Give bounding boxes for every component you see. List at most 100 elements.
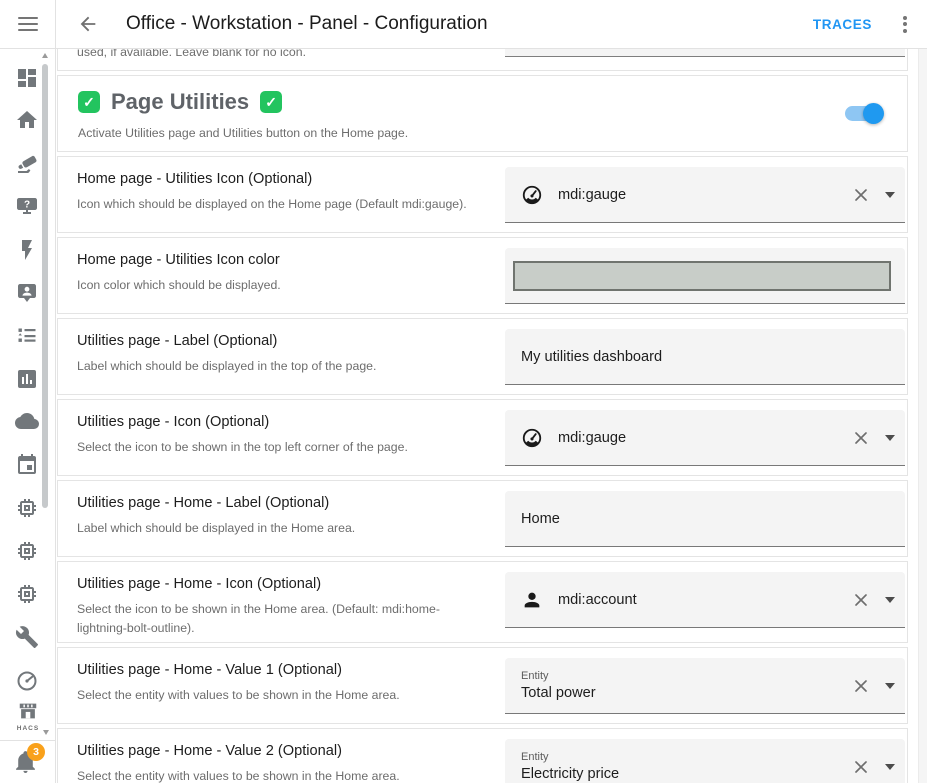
row-description: Label which should be displayed in the H…: [77, 519, 489, 538]
check-mark-icon: ✓: [78, 91, 100, 113]
sidebar-item-device chip-icon[interactable]: [15, 496, 39, 520]
config-row: Utilities page - Icon (Optional) Select …: [57, 399, 908, 476]
check-mark-icon: ✓: [260, 91, 282, 113]
text-input[interactable]: [505, 49, 905, 57]
traces-button[interactable]: TRACES: [813, 17, 872, 32]
back-arrow-icon[interactable]: [77, 13, 99, 35]
entity-select-value: Total power: [521, 685, 851, 701]
clear-icon[interactable]: [851, 428, 871, 448]
sidebar-item-hacs[interactable]: HACS: [8, 700, 48, 732]
text-input[interactable]: Home: [505, 491, 905, 547]
config-row: Utilities page - Label (Optional) Label …: [57, 318, 908, 395]
clear-icon[interactable]: [851, 676, 871, 696]
config-row: Utilities page - Home - Value 1 (Optiona…: [57, 647, 908, 724]
notification-badge: 3: [27, 743, 45, 761]
icon-select-value: mdi:gauge: [558, 187, 851, 203]
hacs-label: HACS: [8, 725, 48, 732]
entity-select-input[interactable]: Entity Total power: [505, 658, 905, 714]
clear-icon[interactable]: [851, 185, 871, 205]
config-row: Utilities page - Home - Label (Optional)…: [57, 480, 908, 557]
sidebar-item-people account-box-icon[interactable]: [15, 281, 39, 305]
row-description: Select the entity with values to be show…: [77, 767, 489, 783]
sidebar: ? HACS 3: [0, 49, 56, 783]
text-input-value: Home: [521, 511, 895, 527]
row-label: Utilities page - Home - Label (Optional): [77, 495, 489, 511]
chevron-down-icon[interactable]: [885, 192, 895, 198]
section-card-page-utilities: ✓ Page Utilities ✓ Activate Utilities pa…: [57, 75, 908, 152]
row-label: Utilities page - Label (Optional): [77, 333, 489, 349]
color-picker-input[interactable]: [505, 248, 905, 304]
row-description: used, if available. Leave blank for no i…: [77, 49, 306, 59]
row-label: Utilities page - Home - Value 2 (Optiona…: [77, 743, 489, 759]
icon-select-value: mdi:account: [558, 592, 851, 608]
text-input-value: My utilities dashboard: [521, 349, 895, 365]
sidebar-header-cell: [0, 0, 56, 48]
icon-select-input[interactable]: mdi:gauge: [505, 167, 905, 223]
account-icon: [521, 589, 543, 611]
sidebar-scrollbar[interactable]: [42, 64, 48, 508]
sidebar-item-gauge speedometer-icon[interactable]: [15, 669, 39, 693]
chevron-down-icon[interactable]: [885, 597, 895, 603]
row-description: Icon color which should be displayed.: [77, 276, 489, 295]
config-row: Utilities page - Home - Value 2 (Optiona…: [57, 728, 908, 783]
notifications-button[interactable]: 3: [13, 749, 47, 779]
icon-select-input[interactable]: mdi:account: [505, 572, 905, 628]
config-row: Home page - Utilities Icon (Optional) Ic…: [57, 156, 908, 233]
row-description: Select the icon to be shown in the Home …: [77, 600, 489, 638]
entity-field-label: Entity: [521, 670, 851, 682]
app-window: Office - Workstation - Panel - Configura…: [0, 0, 927, 783]
row-label: Utilities page - Icon (Optional): [77, 414, 489, 430]
page-scrollbar[interactable]: [918, 49, 927, 783]
row-label: Home page - Utilities Icon color: [77, 252, 489, 268]
row-label: Utilities page - Home - Value 1 (Optiona…: [77, 662, 489, 678]
chevron-down-icon[interactable]: [885, 764, 895, 770]
sidebar-item-cloud cloud-icon[interactable]: [15, 409, 39, 433]
clear-icon[interactable]: [851, 757, 871, 777]
sidebar-item-history chart-box-icon[interactable]: [15, 367, 39, 391]
utilities-toggle[interactable]: [845, 106, 881, 121]
hamburger-menu-icon[interactable]: [18, 17, 38, 31]
hacs-store-icon: [17, 700, 39, 722]
config-row: Utilities page - Home - Icon (Optional) …: [57, 561, 908, 643]
row-label: Utilities page - Home - Icon (Optional): [77, 576, 489, 592]
row-description: Label which should be displayed in the t…: [77, 357, 489, 376]
icon-select-input[interactable]: mdi:gauge: [505, 410, 905, 466]
sidebar-scroll-up-icon[interactable]: [42, 53, 48, 58]
row-description: Select the entity with values to be show…: [77, 686, 489, 705]
config-row-partial: used, if available. Leave blank for no i…: [57, 49, 908, 71]
gauge-icon: [521, 184, 543, 206]
page-title: Office - Workstation - Panel - Configura…: [126, 13, 488, 35]
toggle-thumb: [863, 103, 884, 124]
header-bar: Office - Workstation - Panel - Configura…: [0, 0, 927, 49]
main-content: used, if available. Leave blank for no i…: [57, 49, 908, 783]
sidebar-scroll-down-icon[interactable]: [43, 730, 49, 735]
svg-text:?: ?: [24, 199, 30, 210]
clear-icon[interactable]: [851, 590, 871, 610]
chevron-down-icon[interactable]: [885, 435, 895, 441]
text-input[interactable]: My utilities dashboard: [505, 329, 905, 385]
sidebar-divider: [0, 740, 55, 741]
entity-select-value: Electricity price: [521, 766, 851, 782]
section-title: Page Utilities: [111, 89, 249, 115]
color-swatch[interactable]: [513, 261, 891, 291]
sidebar-item-device chip-icon[interactable]: [15, 582, 39, 606]
sidebar-item-todo todo-list-icon[interactable]: [15, 324, 39, 348]
sidebar-item-calendar calendar-icon[interactable]: [15, 453, 39, 477]
section-subtitle: Activate Utilities page and Utilities bu…: [78, 126, 887, 140]
chevron-down-icon[interactable]: [885, 683, 895, 689]
sidebar-item-home home-icon[interactable]: [15, 108, 39, 132]
sidebar-item-tools wrench-icon[interactable]: [15, 625, 39, 649]
sidebar-item-device chip-icon[interactable]: [15, 539, 39, 563]
sidebar-item-energy lightning-bolt-icon[interactable]: [15, 238, 39, 262]
sidebar-item-cameras cctv-icon[interactable]: [15, 151, 39, 175]
row-description: Select the icon to be shown in the top l…: [77, 438, 489, 457]
kebab-menu-icon[interactable]: [896, 14, 914, 34]
sidebar-item-network network-question-icon[interactable]: ?: [15, 195, 39, 219]
gauge-icon: [521, 427, 543, 449]
row-description: Icon which should be displayed on the Ho…: [77, 195, 489, 214]
config-row: Home page - Utilities Icon color Icon co…: [57, 237, 908, 314]
icon-select-value: mdi:gauge: [558, 430, 851, 446]
sidebar-item-overview view-dashboard-icon[interactable]: [15, 66, 39, 90]
entity-field-label: Entity: [521, 751, 851, 763]
entity-select-input[interactable]: Entity Electricity price: [505, 739, 905, 783]
